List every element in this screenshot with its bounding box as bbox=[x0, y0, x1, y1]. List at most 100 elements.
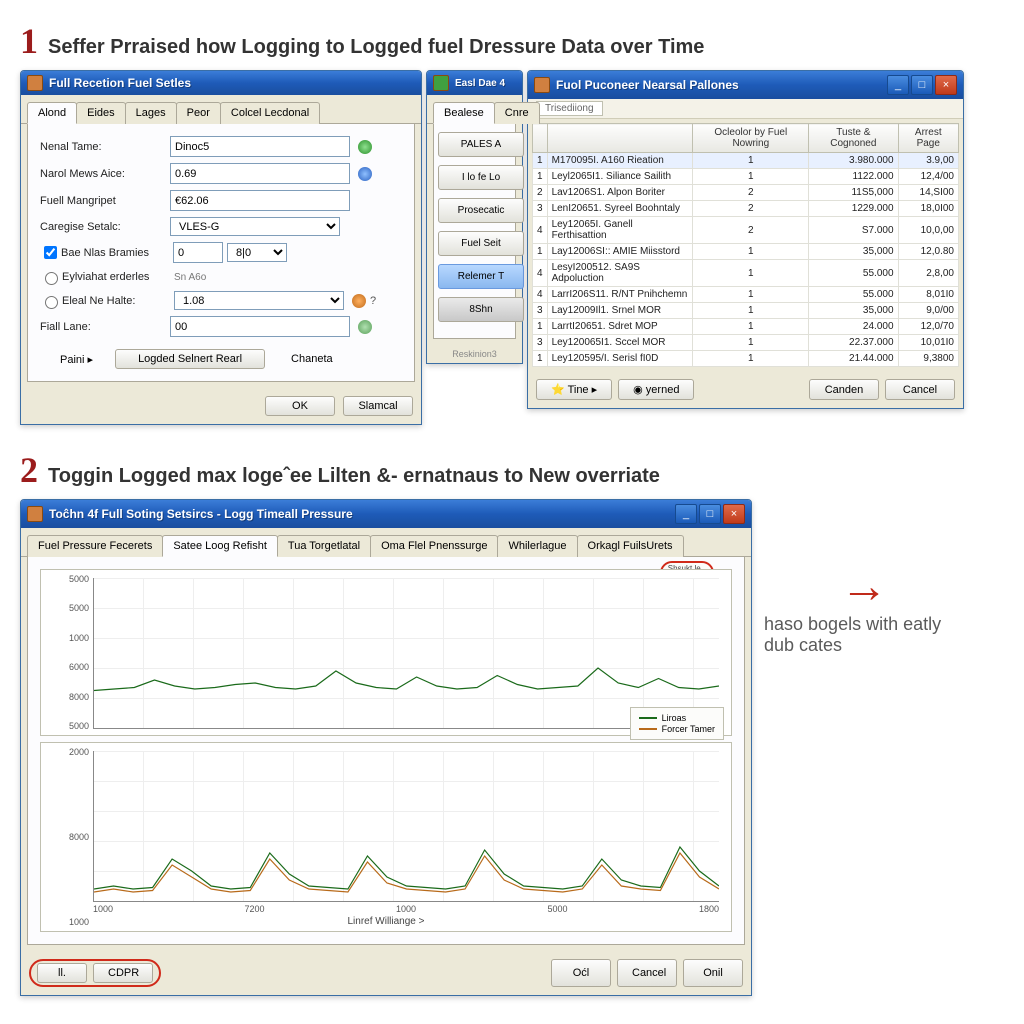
tab-oma-flel-pnenssurge[interactable]: Oma Flel Pnenssurge bbox=[370, 535, 498, 557]
fiall-input[interactable] bbox=[170, 316, 350, 337]
table-row[interactable]: 1Ley120595/I. Serisl fI0D121.44.0009,380… bbox=[533, 351, 959, 367]
caregise-label: Caregise Setalc: bbox=[40, 221, 170, 233]
tab-cnre[interactable]: Cnre bbox=[494, 102, 540, 124]
tab-bealese[interactable]: Bealese bbox=[433, 102, 495, 124]
fiall-label: Fiall Lane: bbox=[40, 321, 170, 333]
table-row[interactable]: 4Ley12065I. Ganell Ferthisattion2S7.0001… bbox=[533, 217, 959, 244]
chart-bottom bbox=[93, 751, 719, 902]
side-prosecatic[interactable]: Prosecatic bbox=[438, 198, 524, 223]
fuel-settings-window: Full Recetion Fuel Setles AlondEidesLage… bbox=[20, 70, 422, 425]
eleal-label: Eleal Ne Halte: bbox=[62, 295, 174, 307]
table-row[interactable]: 1Leyl2065I1. Siliance Sailith11122.00012… bbox=[533, 169, 959, 185]
tab-whilerlague[interactable]: Whilerlague bbox=[497, 535, 577, 557]
slamcal-button[interactable]: Slamcal bbox=[343, 396, 413, 416]
nenal-tame-label: Nenal Tame: bbox=[40, 141, 170, 153]
left-a-button[interactable]: ll. bbox=[37, 963, 87, 983]
eleal-radio[interactable] bbox=[45, 296, 58, 309]
table-row[interactable]: 4LarrI206S11. R/NT Pnihchemn155.0008,01I… bbox=[533, 287, 959, 303]
info-icon[interactable] bbox=[358, 140, 372, 154]
tine-button[interactable]: ⭐ Tine ▸ bbox=[536, 379, 612, 400]
tab-lages[interactable]: Lages bbox=[125, 102, 177, 124]
narol-mews-input[interactable] bbox=[170, 163, 350, 184]
help-icon[interactable]: ? bbox=[370, 295, 376, 307]
chart-top bbox=[93, 578, 719, 729]
side-8shn[interactable]: 8Shn bbox=[438, 297, 524, 322]
nenal-tame-input[interactable] bbox=[170, 136, 350, 157]
table-row[interactable]: 1LarrtI20651. Sdret MOP124.00012,0/70 bbox=[533, 319, 959, 335]
table-row[interactable]: 3LenI20651. Syreel Boohntaly21229.00018,… bbox=[533, 201, 959, 217]
cancel-button[interactable]: Cancel bbox=[617, 959, 677, 987]
bae-mias-b[interactable]: 8|0 bbox=[227, 243, 287, 262]
window-title: Toĉhn 4f Full Soting Setsircs - Logg Tim… bbox=[49, 507, 675, 521]
eywahat-label: Eylviahat erderles bbox=[62, 271, 174, 283]
bae-mias-check[interactable] bbox=[44, 246, 57, 259]
window-title: Fuol Puconeer Nearsal Pallones bbox=[556, 78, 887, 92]
warn-icon[interactable] bbox=[352, 294, 366, 308]
odl-button[interactable]: Oćl bbox=[551, 959, 611, 987]
onil-button[interactable]: Onil bbox=[683, 959, 743, 987]
middle-panel-window: Easl Dae 4 BealeseCnre PALES AI lo fe Lo… bbox=[426, 70, 523, 364]
col-header[interactable]: Tuste & Cognoned bbox=[809, 124, 898, 153]
canden-button[interactable]: Canden bbox=[809, 379, 879, 400]
footer-text: Reskinion3 bbox=[427, 345, 522, 363]
table-row[interactable]: 3Lay12009Il1. Srnel MOR135,0009,0/00 bbox=[533, 303, 959, 319]
minimize-button[interactable]: _ bbox=[675, 504, 697, 524]
ok-button[interactable]: OK bbox=[265, 396, 335, 416]
legend: Liroas Forcer Tamer bbox=[630, 707, 724, 740]
maximize-button[interactable]: □ bbox=[699, 504, 721, 524]
col-header[interactable]: Arrest Page bbox=[898, 124, 958, 153]
data-table: Ocleolor by Fuel NowringTuste & Cognoned… bbox=[532, 123, 959, 367]
tab-satee-loog-refisht[interactable]: Satee Loog Refisht bbox=[162, 535, 278, 557]
app-icon bbox=[27, 506, 43, 522]
side-fuel-seit[interactable]: Fuel Seit bbox=[438, 231, 524, 256]
table-row[interactable]: 4LesyI200512. SA9S Adpoluction155.0002,8… bbox=[533, 260, 959, 287]
close-button[interactable]: × bbox=[723, 504, 745, 524]
eywahat-radio[interactable] bbox=[45, 272, 58, 285]
maximize-button[interactable]: □ bbox=[911, 75, 933, 95]
eywahat-val: Sn A6o bbox=[174, 272, 206, 283]
step2-number: 2 bbox=[20, 449, 38, 491]
col-header[interactable]: Ocleolor by Fuel Nowring bbox=[693, 124, 809, 153]
chart-window: Toĉhn 4f Full Soting Setsircs - Logg Tim… bbox=[20, 499, 752, 996]
tab-peor[interactable]: Peor bbox=[176, 102, 221, 124]
tab-tua-torgetlatal[interactable]: Tua Torgetlatal bbox=[277, 535, 371, 557]
col-header[interactable] bbox=[547, 124, 693, 153]
table-row[interactable]: 3Ley120065I1. Sccel MOR122.37.00010,01I0 bbox=[533, 335, 959, 351]
fuell-mangripet-input[interactable] bbox=[170, 190, 350, 211]
app-icon bbox=[534, 77, 550, 93]
logged-button[interactable]: Logded Selnert Rearl bbox=[115, 349, 265, 369]
table-row[interactable]: 2Lav1206S1. Alpon Boriter211S5,00014,SI0… bbox=[533, 185, 959, 201]
eleal-select[interactable]: 1.08 bbox=[174, 291, 344, 310]
minimize-button[interactable]: _ bbox=[887, 75, 909, 95]
table-row[interactable]: 1Lay12006SI:: AMIE Miisstord135,00012,0.… bbox=[533, 244, 959, 260]
table-row[interactable]: 1M170095I. A160 Rieation13.980.0003.9,00 bbox=[533, 153, 959, 169]
data-table-window: Fuol Puconeer Nearsal Pallones _ □ × Tri… bbox=[527, 70, 964, 409]
x-axis-label: Linref Williange > bbox=[45, 916, 727, 927]
close-button[interactable]: × bbox=[935, 75, 957, 95]
step2-title: Toggin Logged max logeˆee Lilten &- erna… bbox=[48, 465, 660, 488]
chaneta-link[interactable]: Chaneta bbox=[291, 353, 333, 365]
tab-colcel-lecdonal[interactable]: Colcel Lecdonal bbox=[220, 102, 320, 124]
side-pales-a[interactable]: PALES A bbox=[438, 132, 524, 157]
window-title: Easl Dae 4 bbox=[455, 78, 516, 89]
refresh-icon[interactable] bbox=[358, 320, 372, 334]
side-relemer-t[interactable]: Relemer T bbox=[438, 264, 524, 289]
app-icon bbox=[27, 75, 43, 91]
subtab[interactable]: Trisediiong bbox=[536, 101, 603, 116]
paini-link[interactable]: Paini ▸ bbox=[60, 353, 93, 366]
tab-orkagl-fuilsurets[interactable]: Orkagl FuilsUrets bbox=[577, 535, 684, 557]
tab-fuel-pressure-fecerets[interactable]: Fuel Pressure Fecerets bbox=[27, 535, 163, 557]
yerned-button[interactable]: ◉ yerned bbox=[618, 379, 694, 400]
cancel-button[interactable]: Cancel bbox=[885, 379, 955, 400]
caregise-select[interactable]: VLES-G bbox=[170, 217, 340, 236]
tab-alond[interactable]: Alond bbox=[27, 102, 77, 124]
arrow-icon: → bbox=[840, 559, 888, 614]
window-title: Full Recetion Fuel Setles bbox=[49, 76, 415, 90]
bae-mias-a[interactable] bbox=[173, 242, 223, 263]
info-icon[interactable] bbox=[358, 167, 372, 181]
col-header[interactable] bbox=[533, 124, 548, 153]
side-note: haso bogels with eatly dub cates bbox=[764, 614, 964, 656]
tab-eides[interactable]: Eides bbox=[76, 102, 126, 124]
side-i-lo-fe-lo[interactable]: I lo fe Lo bbox=[438, 165, 524, 190]
cdpr-button[interactable]: CDPR bbox=[93, 963, 153, 983]
